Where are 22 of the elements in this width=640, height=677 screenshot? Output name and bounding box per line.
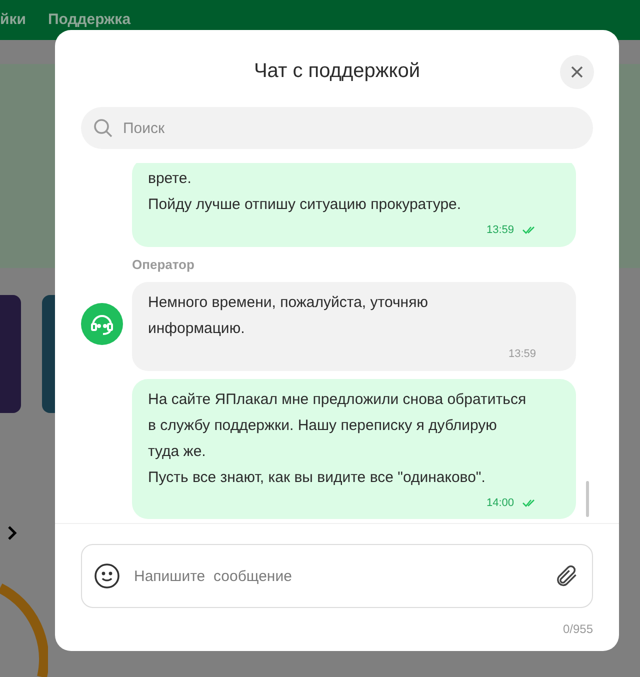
message-time: 13:59 xyxy=(508,347,536,362)
character-counter: 0/955 xyxy=(562,621,593,638)
search-field[interactable]: Поиск xyxy=(81,107,593,149)
close-icon xyxy=(571,66,583,78)
message-text: врете. xyxy=(148,169,192,189)
dialog-title: Чат с поддержкой xyxy=(254,58,420,84)
message-text: Пусть все знают, как вы видите все "одинаково". xyxy=(148,468,486,488)
message-time: 14:00 xyxy=(486,496,514,510)
scrollbar[interactable] xyxy=(586,481,589,517)
nav-link[interactable]: йки xyxy=(0,8,26,32)
sender-name: Оператор xyxy=(132,256,196,274)
smiley-icon[interactable] xyxy=(94,563,120,589)
search-icon xyxy=(93,118,113,138)
message-time: 13:59 xyxy=(486,223,514,238)
message-input[interactable]: Напишите сообщение xyxy=(81,544,593,608)
operator-avatar-icon xyxy=(81,302,123,344)
message-text: Немного времени, пожалуйста, уточняю информацию. xyxy=(148,293,429,339)
message-text: Пойду лучше отпишу ситуацию прокуратуре. xyxy=(148,195,462,215)
close-button[interactable] xyxy=(560,55,594,89)
nav-link[interactable]: Поддержка xyxy=(48,8,131,32)
chevron-right-icon[interactable] xyxy=(6,525,18,541)
message-text: На сайте ЯПлакал мне предложили снова обратиться в службу поддержки. Нашу переписку я дублирую туда же. xyxy=(148,390,527,462)
